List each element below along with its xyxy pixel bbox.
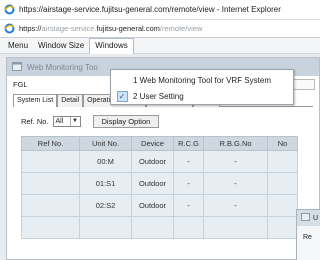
menu-item-label: 2 User Setting	[133, 91, 184, 101]
menu-item-window-size[interactable]: Window Size	[33, 38, 89, 54]
browser-titlebar: https://airstage-service.fujitsu-general…	[0, 0, 320, 20]
table-cell: Outdoor	[131, 172, 174, 195]
table-cell: 01:S1	[79, 172, 132, 195]
table-cell	[21, 216, 80, 239]
column-header-device[interactable]: Device	[131, 136, 174, 151]
table-cell: -	[203, 150, 268, 173]
url-domain: fujitsu-general.com	[96, 24, 160, 33]
table-cell	[21, 194, 80, 217]
menu-check-area	[111, 72, 133, 88]
menu-item-label: 1 Web Monitoring Tool for VRF System	[133, 75, 271, 85]
popup-title: U	[313, 214, 319, 222]
checkmark-icon: ✓	[116, 90, 128, 102]
table-row[interactable]	[21, 216, 298, 239]
column-header-unit-no[interactable]: Unit No.	[79, 136, 132, 151]
table-cell	[267, 216, 298, 239]
popup-titlebar: U	[297, 210, 320, 226]
app-menubar: Menu Window Size Windows	[0, 37, 320, 54]
url-text[interactable]: https://airstage-service.fujitsu-general…	[19, 24, 202, 33]
ref-no-label: Ref. No.	[21, 116, 49, 126]
table-header-row: Ref No. Unit No. Device R.C.G R.B.G.No N…	[21, 136, 298, 151]
tab-system-list[interactable]: System List	[13, 94, 58, 107]
table-cell: -	[173, 194, 204, 217]
internet-explorer-icon	[4, 4, 15, 15]
popup-window-icon	[301, 213, 310, 223]
app-window-icon	[12, 61, 22, 73]
table-cell: -	[173, 150, 204, 173]
system-list-table: Ref No. Unit No. Device R.C.G R.B.G.No N…	[21, 136, 298, 239]
window-title: https://airstage-service.fujitsu-general…	[19, 5, 281, 14]
windows-menu-item-web-monitoring[interactable]: 1 Web Monitoring Tool for VRF System	[111, 72, 293, 88]
table-cell: -	[203, 172, 268, 195]
table-cell: Outdoor	[131, 150, 174, 173]
menu-check-area: ✓	[111, 88, 133, 104]
column-header-rcg[interactable]: R.C.G	[173, 136, 204, 151]
menu-item-menu[interactable]: Menu	[3, 38, 33, 54]
table-cell	[203, 216, 268, 239]
table-cell	[79, 216, 132, 239]
table-row[interactable]: 02:S2 Outdoor - -	[21, 194, 298, 217]
display-option-button[interactable]: Display Option	[92, 114, 160, 128]
table-cell	[131, 216, 174, 239]
fgl-label: FGL	[13, 80, 28, 89]
table-cell	[267, 172, 298, 195]
windows-menu-item-user-setting[interactable]: ✓ 2 User Setting	[111, 88, 293, 104]
popup-body-text: Re	[303, 234, 312, 241]
user-setting-popup[interactable]: U Re	[296, 209, 320, 260]
inner-window-title: Web Monitoring Too	[27, 62, 98, 72]
table-cell: Outdoor	[131, 194, 174, 217]
table-cell	[173, 216, 204, 239]
url-scheme: https://	[19, 24, 42, 33]
page-favicon-icon	[4, 23, 15, 34]
table-row[interactable]: 00:M Outdoor - -	[21, 150, 298, 173]
chevron-down-icon[interactable]: ▼	[69, 116, 80, 126]
filter-row: Ref. No. All ▼ Display Option	[21, 114, 160, 128]
table-cell: -	[173, 172, 204, 195]
column-header-no[interactable]: No	[267, 136, 298, 151]
url-path: /remote/view	[159, 24, 203, 33]
tab-detail[interactable]: Detail	[57, 94, 84, 107]
table-cell: 02:S2	[79, 194, 132, 217]
column-header-rbg-no[interactable]: R.B.G.No	[203, 136, 268, 151]
table-cell	[267, 150, 298, 173]
table-cell: 00:M	[79, 150, 132, 173]
column-header-ref-no[interactable]: Ref No.	[21, 136, 80, 151]
ref-no-select[interactable]: All ▼	[52, 115, 81, 127]
table-cell	[21, 172, 80, 195]
table-cell: -	[203, 194, 268, 217]
ref-no-selected-value: All	[55, 117, 64, 125]
url-subdomain: airstage-service.	[41, 24, 97, 33]
address-bar[interactable]: https://airstage-service.fujitsu-general…	[0, 20, 320, 38]
table-cell	[267, 194, 298, 217]
menu-item-windows[interactable]: Windows	[89, 37, 134, 54]
table-cell	[21, 150, 80, 173]
table-row[interactable]: 01:S1 Outdoor - -	[21, 172, 298, 195]
windows-dropdown-menu: 1 Web Monitoring Tool for VRF System ✓ 2…	[110, 69, 294, 105]
